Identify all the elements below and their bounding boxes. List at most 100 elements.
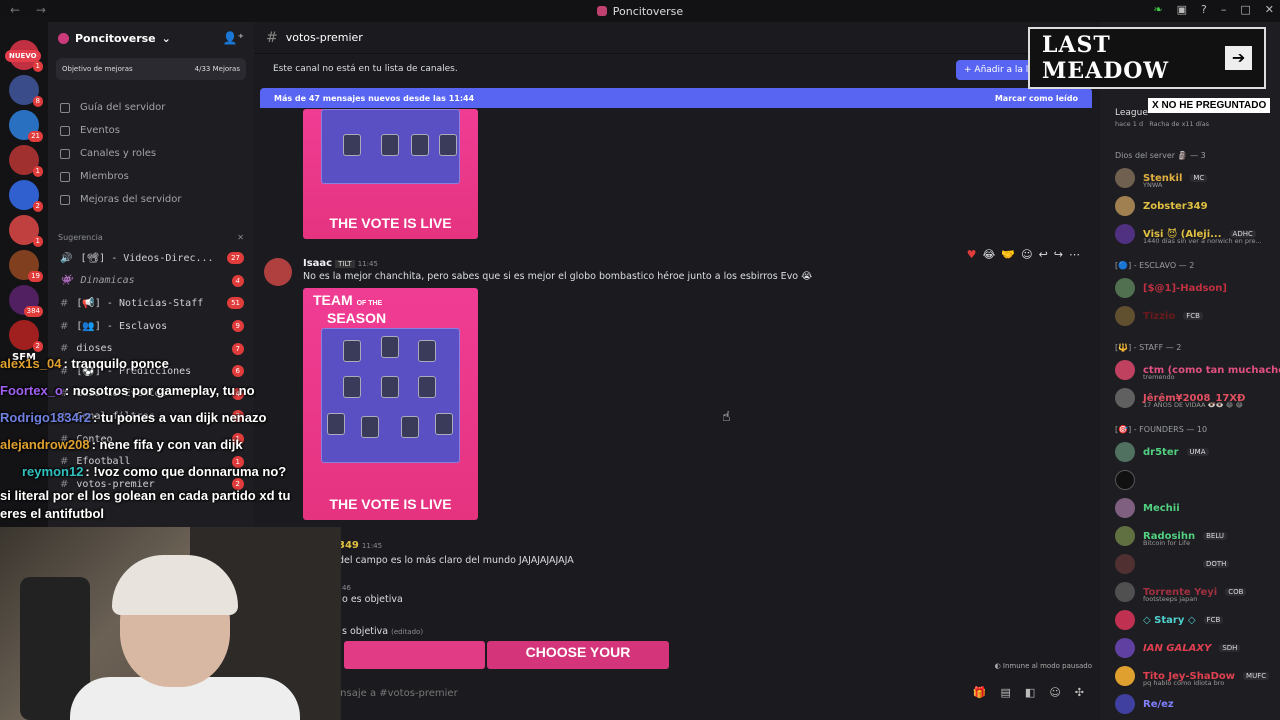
player-card: [343, 134, 361, 156]
emoji-icon[interactable]: 😂: [983, 248, 996, 261]
server-icon[interactable]: 1: [9, 215, 43, 247]
leaf-icon[interactable]: ❧: [1153, 3, 1162, 16]
close-icon[interactable]: ✕: [1265, 3, 1274, 16]
attachment-image[interactable]: THE VOTE IS LIVE: [303, 109, 478, 239]
channel-item[interactable]: 👾 Dinamicas 4: [48, 270, 254, 293]
invite-icon[interactable]: 👤⁺: [223, 31, 244, 45]
minimize-icon[interactable]: –: [1221, 3, 1227, 16]
attachment-image[interactable]: CHOOSE YOUR: [487, 641, 669, 669]
add-reaction-icon[interactable]: ☺: [1021, 248, 1032, 261]
list-icon: [60, 148, 70, 159]
sponsor-banner: LAST MEADOW ➔: [1028, 27, 1266, 89]
player-card: [361, 416, 379, 438]
member-item[interactable]: ctm (como tan muchacho) tremendo: [1100, 356, 1280, 384]
emoji-icon[interactable]: ☺: [1049, 686, 1060, 699]
player-card: [401, 416, 419, 438]
arrow-right-icon: ➔: [1225, 46, 1252, 70]
server-icon[interactable]: 384: [9, 285, 43, 317]
avatar: [1115, 610, 1135, 630]
avatar: [1115, 498, 1135, 518]
back-forward-icons[interactable]: ← →: [10, 3, 52, 17]
close-icon[interactable]: ✕: [237, 233, 244, 247]
sticker-icon[interactable]: ◧: [1025, 686, 1035, 699]
member-group-header: [🎯] - FOUNDERS — 10: [1115, 424, 1208, 434]
nav-members[interactable]: Miembros: [48, 165, 254, 188]
avatar: [1115, 442, 1135, 462]
inbox-icon[interactable]: ▣: [1177, 3, 1187, 16]
stream-chat-line: reymon12: !voz como que donnaruma no?: [22, 464, 287, 479]
server-icon[interactable]: 1: [9, 145, 43, 177]
edited-label: (editado): [391, 628, 424, 636]
chevron-down-icon: ⌄: [161, 31, 171, 45]
stream-chat-line: Rodrigo1834r2: tu pones a van dijk nenaz…: [0, 410, 267, 425]
member-item[interactable]: Jêrêm¥2008_17XÐ 17 AÑOS DE VIDAA 👁️👁️ 😂 😂: [1100, 384, 1280, 412]
window-titlebar: ← → Poncitoverse ❧ ▣ ? – □ ✕: [0, 0, 1280, 22]
avatar: [1115, 306, 1135, 326]
username[interactable]: Isaac: [303, 258, 332, 269]
nav-server-guide[interactable]: Guía del servidor: [48, 96, 254, 119]
gift-icon[interactable]: 🎁: [973, 686, 987, 699]
boost-goal[interactable]: Objetivo de mejoras 4/33 Mejoras: [56, 58, 246, 80]
message-text: del campo es lo más claro del mundo JAJA…: [338, 555, 574, 566]
nav-events[interactable]: Eventos: [48, 119, 254, 142]
member-item[interactable]: Stenkil MC YNWA: [1100, 164, 1280, 192]
tots-title: TEAM OF THE SEASON: [313, 292, 387, 326]
avatar[interactable]: [264, 258, 292, 286]
avatar: [1115, 526, 1135, 546]
member-item[interactable]: Radosihn BELU Bitcoin for Life: [1100, 522, 1280, 550]
member-item[interactable]: DOTH: [1100, 550, 1280, 578]
heart-icon[interactable]: ♥: [967, 248, 977, 261]
avatar: [1115, 278, 1135, 298]
member-item[interactable]: Visi 😈 (Aleji... ADHC 1440 días sin ver a …: [1100, 220, 1280, 248]
member-item[interactable]: [$@1]-Hadson]: [1100, 274, 1280, 302]
member-item[interactable]: Mechii: [1100, 494, 1280, 522]
nav-channels-roles[interactable]: Canales y roles: [48, 142, 254, 165]
message-actions[interactable]: ♥ 😂 🤝 ☺ ↩ ↪ ⋯: [967, 248, 1080, 261]
forward-icon[interactable]: ↪: [1054, 248, 1063, 261]
emoji-icon[interactable]: 🤝: [1001, 248, 1015, 261]
more-icon[interactable]: ⋯: [1069, 248, 1080, 261]
member-item[interactable]: Re/ez: [1100, 690, 1280, 718]
member-list: League hace 1 d Racha de x11 días Dios d…: [1100, 22, 1280, 720]
member-item[interactable]: Tito Jey-ShaDow MUFC pq hablo cómo idiota …: [1100, 662, 1280, 690]
member-item[interactable]: Tizzio FCB: [1100, 302, 1280, 330]
member-item[interactable]: [1100, 466, 1280, 494]
server-header[interactable]: Poncitoverse ⌄ 👤⁺: [48, 22, 254, 54]
member-item[interactable]: Zobster349: [1100, 192, 1280, 220]
member-item[interactable]: IAN GALAXY SDH: [1100, 634, 1280, 662]
member-item[interactable]: dr5ter UMA: [1100, 438, 1280, 466]
category-header[interactable]: Sugerencia ✕: [48, 233, 254, 247]
avatar: [1115, 470, 1135, 490]
member-group-header: [🔱] - STAFF — 2: [1115, 342, 1182, 352]
server-icon[interactable]: 21: [9, 110, 43, 142]
server-icon[interactable]: 2: [9, 180, 43, 212]
shield-icon: ◐: [994, 662, 1003, 670]
username[interactable]: 349: [338, 540, 359, 551]
message-text: o es objetiva: [342, 594, 403, 605]
nav-boosts[interactable]: Mejoras del servidor: [48, 188, 254, 211]
webcam-feed: [0, 527, 341, 720]
server-icon[interactable]: 2: [9, 320, 43, 352]
reply-icon[interactable]: ↩: [1039, 248, 1048, 261]
gif-icon[interactable]: ▤: [1001, 686, 1011, 699]
maximize-icon[interactable]: □: [1240, 3, 1250, 16]
stream-chat-overlay: alex1s_04: tranquilo ponce Foortex_o: no…: [0, 350, 330, 523]
window-controls[interactable]: ❧ ▣ ? – □ ✕: [1153, 3, 1274, 16]
member-item[interactable]: Torrente Yeyi COB footsteeps japan: [1100, 578, 1280, 606]
member-item[interactable]: ◇ Stary ◇ FCB: [1100, 606, 1280, 634]
server-logo-icon: [58, 32, 69, 44]
attachment-image[interactable]: [344, 641, 485, 669]
server-icon[interactable]: 19: [9, 250, 43, 282]
apps-icon[interactable]: ✣: [1075, 686, 1084, 699]
member-name[interactable]: League: [1115, 108, 1148, 118]
mark-read-button[interactable]: Marcar como leído: [995, 94, 1078, 103]
message: s objetiva (editado): [342, 626, 423, 637]
channel-item[interactable]: # [👥] - Esclavos 9: [48, 315, 254, 338]
server-icon[interactable]: 8: [9, 75, 43, 107]
message-text: s objetiva: [342, 626, 389, 637]
new-messages-bar[interactable]: Más de 47 mensajes nuevos desde las 11:4…: [260, 88, 1092, 108]
help-icon[interactable]: ?: [1201, 3, 1207, 16]
channel-item[interactable]: # [📢] - Noticias-Staff 51: [48, 292, 254, 315]
input-actions[interactable]: 🎁 ▤ ◧ ☺ ✣: [973, 686, 1084, 699]
channel-item[interactable]: 🔊 [📽] - Videos-Direc... 27: [48, 247, 254, 270]
